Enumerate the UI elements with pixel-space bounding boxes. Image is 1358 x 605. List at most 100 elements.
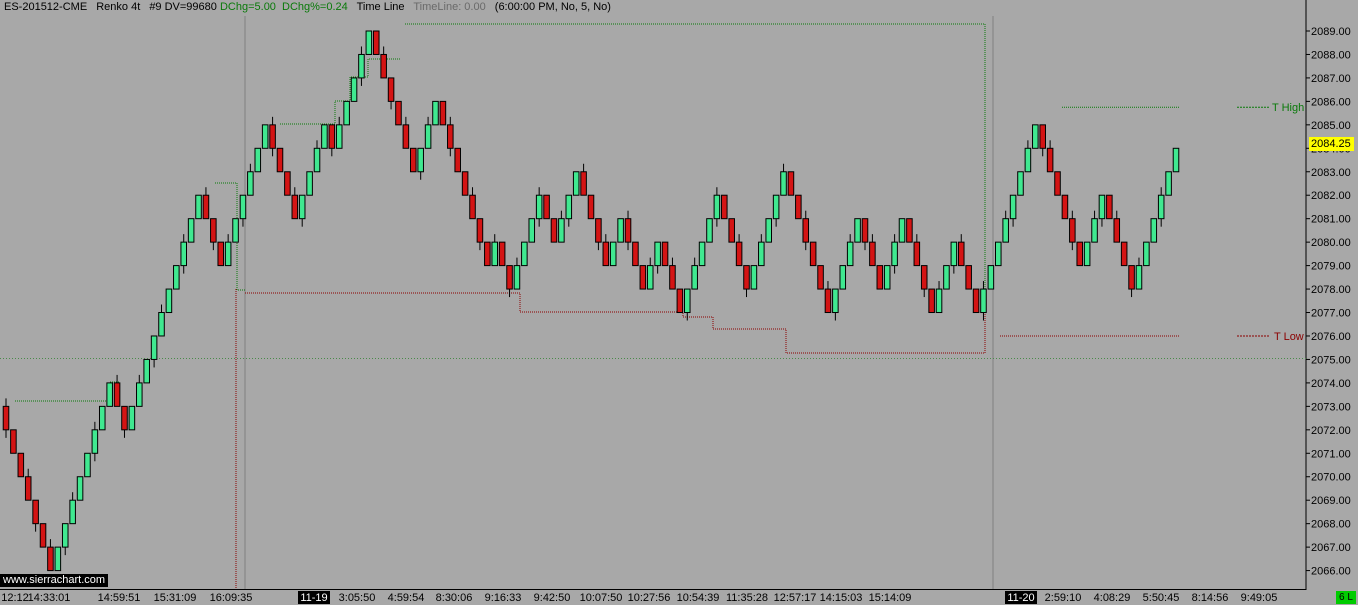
down-candle [595,218,602,243]
x-tick-label: 9:49:05 [1241,592,1278,604]
y-tick-label: 2083.00 [1311,167,1351,179]
x-tick-label: 16:09:35 [210,592,253,604]
y-tick-label: 2089.00 [1311,26,1351,38]
up-candle [136,382,143,407]
x-tick-label: 11:35:28 [726,592,768,604]
up-candle [758,241,765,267]
down-candle [506,265,513,290]
down-candle [676,288,684,314]
up-candle [528,218,536,243]
up-candle [365,30,373,55]
x-tick-label: 15:31:09 [154,592,197,604]
up-candle [535,194,543,220]
study-label: Time Line [356,1,405,13]
up-candle [654,241,661,267]
up-candle [846,241,854,267]
chart-window[interactable]: 2066.00 2067.00 2068.00 2069.00 2070.00 2071.… [0,0,1358,605]
up-candle [1172,147,1180,173]
down-candle [661,241,669,267]
up-candle [706,218,713,243]
y-tick-label: 2087.00 [1311,73,1351,85]
down-candle [210,218,217,243]
down-candle [1113,218,1121,243]
down-candle [743,265,750,290]
x-tick-label: 8:14:56 [1192,592,1229,604]
dchg-label: DChg=5.00 [219,1,276,13]
watermark: www.sierrachart.com [0,574,109,587]
y-tick-label: 2088.00 [1311,49,1351,61]
up-candle [832,288,839,314]
down-candle [721,194,728,220]
down-candle [17,452,25,478]
up-candle [84,452,91,478]
up-candle [1157,194,1165,220]
up-candle [1032,124,1039,149]
x-tick-label: 12:57:17 [774,592,817,604]
current-price-label: 2084.25 [1309,137,1354,151]
up-candle [683,288,691,314]
down-candle [476,218,484,243]
up-candle [195,194,202,220]
down-candle [484,241,491,267]
down-candle [795,194,802,220]
dchg-pct-label: DChg%=0.24 [282,1,348,13]
down-candle [913,241,921,267]
up-candle [883,265,891,290]
up-candle [565,194,573,220]
up-candle [646,265,654,290]
up-candle [143,358,150,384]
down-candle [291,194,299,220]
down-candle [1061,194,1069,220]
down-candle [787,171,795,196]
down-candle [957,241,965,267]
up-candle [313,147,321,173]
down-candle [1120,241,1128,267]
down-candle [380,53,387,79]
down-candle [269,124,276,149]
down-candle [824,288,832,314]
x-tick-label: 10:27:56 [628,592,671,604]
up-candle [617,218,624,243]
down-candle [809,241,817,267]
down-candle [24,476,32,501]
y-tick-label: 2081.00 [1311,214,1351,226]
x-tick-label: 11-20 [1007,592,1034,604]
down-candle [1046,147,1054,173]
up-candle [424,124,432,149]
y-tick-label: 2085.00 [1311,120,1351,132]
down-candle [876,265,884,290]
up-candle [358,53,365,79]
down-candle [1106,194,1113,220]
up-candle [713,194,721,220]
x-tick-label: 2:59:10 [1045,592,1082,604]
up-candle [165,288,173,314]
up-candle [306,171,313,196]
down-candle [39,523,47,548]
down-candle [113,382,121,407]
up-candle [995,241,1002,267]
x-tick-label: 12:12 [1,592,29,604]
down-candle [1039,124,1046,149]
down-candle [728,218,735,243]
down-candle [276,147,284,173]
up-candle [1083,241,1091,267]
up-candle [106,382,113,407]
down-candle [1076,241,1084,267]
down-candle [402,124,410,149]
up-candle [1098,194,1106,220]
down-candle [372,30,380,55]
up-candle [1091,218,1098,243]
x-tick-label: 10:54:39 [677,592,720,604]
chart-type-label: Renko 4t [96,1,141,13]
chart-info-label: #9 DV=99680 [149,1,217,13]
price-chart[interactable]: 2066.00 2067.00 2068.00 2069.00 2070.00 2071.… [0,0,1358,605]
up-candle [343,100,350,126]
up-candle [1165,171,1172,196]
up-candle [943,265,950,290]
up-candle [980,288,987,314]
up-candle [98,405,106,431]
up-candle [321,124,328,149]
down-candle [817,265,824,290]
y-tick-label: 2073.00 [1311,401,1351,413]
up-candle [765,218,772,243]
